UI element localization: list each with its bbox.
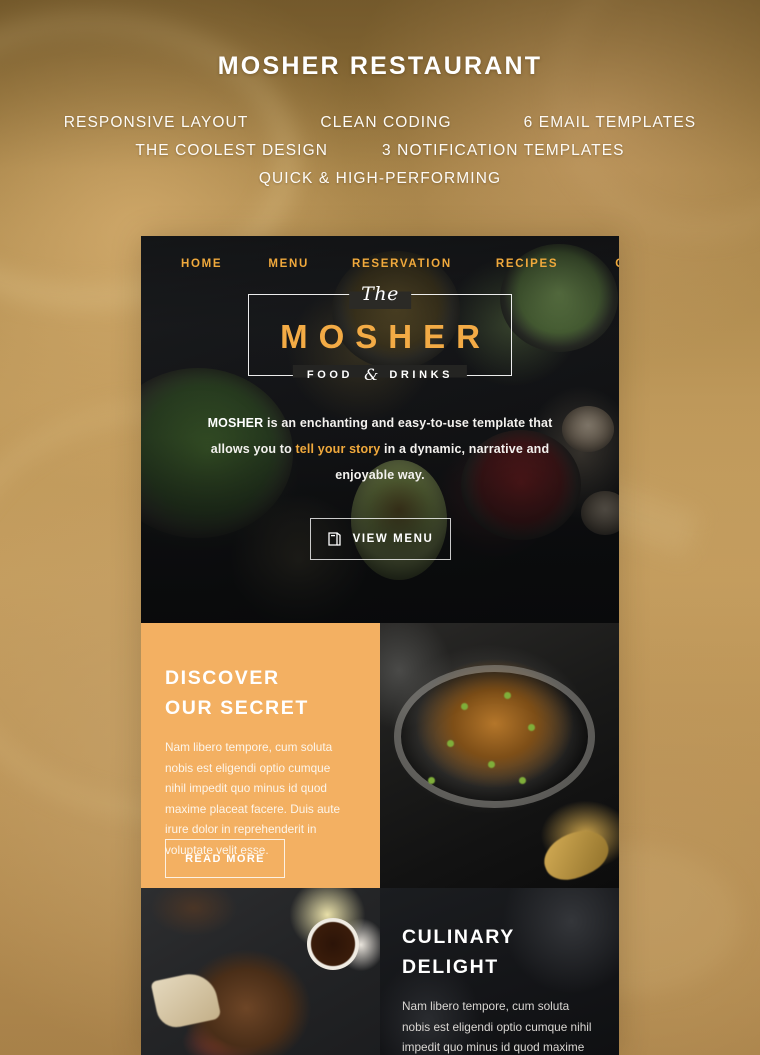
- main-navigation: HOME MENU RESERVATION RECIPES CONTACT: [141, 236, 619, 270]
- culinary-section: CULINARY DELIGHT Nam libero tempore, cum…: [141, 888, 619, 1055]
- logo-ampersand: &: [364, 365, 379, 384]
- coffee-cup: [306, 918, 359, 971]
- pea-garnish: [528, 723, 536, 731]
- culinary-title: CULINARY DELIGHT: [402, 922, 597, 982]
- culinary-title-line-1: CULINARY: [402, 926, 515, 948]
- feature-item: RESPONSIVE LAYOUT: [63, 114, 249, 131]
- feature-row: QUICK & HIGH-PERFORMING: [0, 165, 760, 193]
- board-photo-base: [141, 888, 380, 1055]
- hero-brand-word: MOSHER: [207, 416, 264, 430]
- view-menu-label: VIEW MENU: [352, 533, 434, 545]
- pan-rim: [394, 665, 596, 809]
- feature-item: CLEAN CODING: [320, 114, 452, 131]
- pea-garnish: [446, 739, 454, 747]
- discover-title: DISCOVER OUR SECRET: [165, 663, 350, 723]
- feature-item: 3 NOTIFICATION TEMPLATES: [382, 142, 625, 159]
- discover-title-line-1: DISCOVER: [165, 667, 280, 689]
- feature-item: QUICK & HIGH-PERFORMING: [258, 170, 502, 187]
- culinary-body-text: Nam libero tempore, cum soluta nobis est…: [402, 999, 592, 1054]
- pea-garnish: [427, 776, 435, 784]
- logo-name: MOSHER: [280, 318, 491, 355]
- page-title: MOSHER RESTAURANT: [217, 52, 543, 80]
- charcuterie-board-photo: [141, 888, 380, 1055]
- logo-subtitle-drinks: DRINKS: [389, 369, 454, 381]
- hero-description: MOSHER is an enchanting and easy-to-use …: [194, 410, 566, 488]
- logo-script-word: The: [349, 279, 411, 309]
- culinary-title-line-2: DELIGHT: [402, 956, 499, 978]
- page-header: MOSHER RESTAURANT RESPONSIVE LAYOUT CLEA…: [0, 0, 760, 193]
- feature-row: THE COOLEST DESIGN 3 NOTIFICATION TEMPLA…: [0, 137, 760, 165]
- feature-item: 6 EMAIL TEMPLATES: [523, 114, 697, 131]
- logo-subtitle: FOOD & DRINKS: [292, 365, 468, 385]
- book-icon: [327, 531, 342, 547]
- hero-accent-phrase: tell your story: [295, 442, 381, 456]
- feature-list: RESPONSIVE LAYOUT CLEAN CODING 6 EMAIL T…: [0, 109, 760, 193]
- feature-row: RESPONSIVE LAYOUT CLEAN CODING 6 EMAIL T…: [0, 109, 760, 137]
- nav-item-contact[interactable]: CONTACT: [615, 258, 619, 270]
- paella-pan-photo: [380, 623, 619, 888]
- hero-section: HOME MENU RESERVATION RECIPES CONTACT Th…: [141, 236, 619, 623]
- email-template-preview: HOME MENU RESERVATION RECIPES CONTACT Th…: [141, 236, 619, 1055]
- nav-item-recipes[interactable]: RECIPES: [496, 258, 558, 270]
- pea-garnish: [487, 760, 495, 768]
- culinary-panel: CULINARY DELIGHT Nam libero tempore, cum…: [380, 888, 619, 1055]
- read-more-label: READ MORE: [185, 852, 265, 865]
- feature-item: THE COOLEST DESIGN: [135, 142, 329, 159]
- discover-panel: DISCOVER OUR SECRET Nam libero tempore, …: [141, 623, 380, 888]
- pea-garnish: [518, 776, 526, 784]
- brand-logo: The MOSHER FOOD & DRINKS: [248, 279, 512, 385]
- view-menu-button[interactable]: VIEW MENU: [309, 518, 451, 560]
- pea-garnish: [461, 702, 469, 710]
- nav-item-home[interactable]: HOME: [181, 258, 222, 270]
- nav-item-reservation[interactable]: RESERVATION: [352, 258, 452, 270]
- read-more-button[interactable]: READ MORE: [165, 839, 285, 878]
- discover-section: DISCOVER OUR SECRET Nam libero tempore, …: [141, 623, 619, 888]
- logo-subtitle-food: FOOD: [306, 369, 354, 381]
- discover-title-line-2: OUR SECRET: [165, 697, 309, 719]
- nav-item-menu[interactable]: MENU: [268, 258, 309, 270]
